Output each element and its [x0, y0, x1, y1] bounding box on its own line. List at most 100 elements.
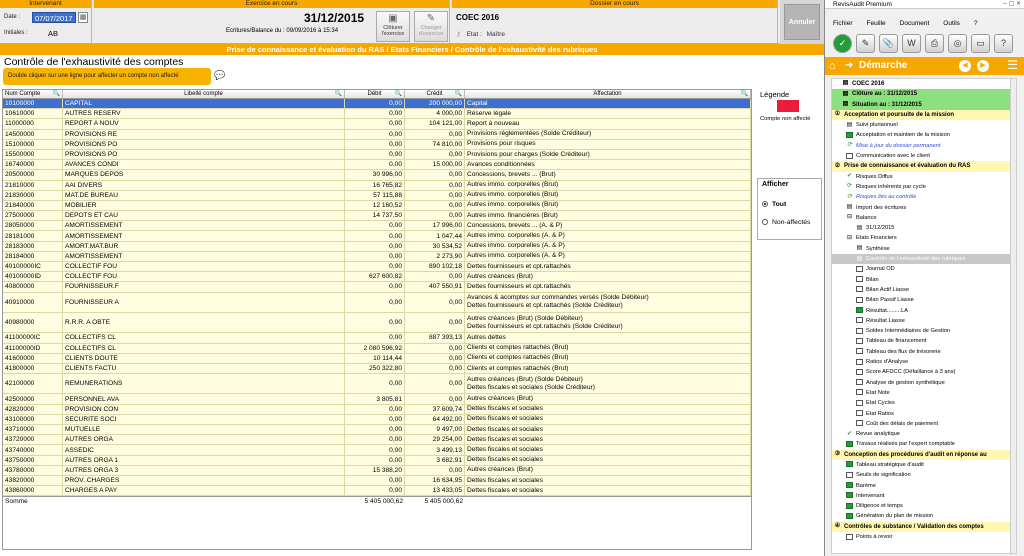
- tree-item[interactable]: ▤ COEC 2016: [832, 79, 1016, 89]
- hamburger-menu-icon[interactable]: ☰: [1007, 59, 1018, 71]
- col-credit[interactable]: Crédit 🔍: [405, 90, 465, 98]
- tree-item[interactable]: Bilan: [832, 275, 1016, 285]
- tree-item[interactable]: ⟳ Risques liés au contrôle: [832, 192, 1016, 202]
- col-libelle[interactable]: Libellé compte 🔍: [63, 90, 345, 98]
- tree-item[interactable]: ▤ Clôture au : 31/12/2015: [832, 89, 1016, 100]
- tree-item[interactable]: Etat Note: [832, 388, 1016, 398]
- table-row[interactable]: 10100000 CAPITAL 0,00 200 000,00 Capital: [3, 99, 751, 110]
- table-row[interactable]: 41100000ID COLLECTIFS CL 2 080 596,92 0,00 C…: [3, 343, 751, 354]
- menu-item[interactable]: Outils: [943, 19, 960, 29]
- tree-item[interactable]: ⟳ Mise à jour du dossier permanent: [832, 141, 1016, 151]
- tree-item[interactable]: Analyse de gestion synthétique: [832, 378, 1016, 388]
- tree-scrollbar[interactable]: [1010, 79, 1016, 553]
- table-row[interactable]: 15100000 PROVISIONS PO 0,00 74 810,00 Provis…: [3, 139, 751, 150]
- table-row[interactable]: 27500000 DEPOTS ET CAU 14 737,50 0,00 Autres…: [3, 211, 751, 222]
- tree-item[interactable]: ⟳ Risques inhérents par cycle: [832, 182, 1016, 192]
- tree-item[interactable]: Diligence et temps: [832, 501, 1016, 511]
- tree-item[interactable]: Travaux réalisés par l'expert comptable: [832, 439, 1016, 449]
- tree-item[interactable]: ② Prise de connaissance et évaluation du …: [832, 161, 1016, 172]
- table-row[interactable]: 41100000IC COLLECTIFS CL 0,00 887 393,13 Aut…: [3, 333, 751, 344]
- table-row[interactable]: 14500000 PROVISIONS RE 0,00 0,00 Provisions …: [3, 129, 751, 140]
- tree-item[interactable]: Tableau stratégique d'audit: [832, 460, 1016, 470]
- word-icon[interactable]: W: [902, 33, 921, 53]
- table-row[interactable]: 20500000 MARQUES DEPOS 30 996,00 0,00 Conces…: [3, 170, 751, 181]
- search-icon[interactable]: 🔍: [455, 90, 462, 99]
- search-icon[interactable]: 🔍: [395, 90, 402, 99]
- tree-item[interactable]: ⊟ Balance: [832, 213, 1016, 223]
- tree-item[interactable]: Barème: [832, 481, 1016, 491]
- tree-item[interactable]: ▤ Import des écritures: [832, 203, 1016, 213]
- search-doc-icon[interactable]: ◎: [948, 33, 967, 53]
- tree-item[interactable]: ④ Contrôles de substance / Validation des…: [832, 521, 1016, 533]
- table-row[interactable]: 42100000 REMUNERATIONS 0,00 0,00 Autres créa…: [3, 374, 751, 395]
- table-row[interactable]: 43750000 AUTRES ORGA 1 0,00 3 682,91 Dettes …: [3, 455, 751, 466]
- table-row[interactable]: 43740000 ASSEDIC 0,00 3 499,13 Dettes fiscal…: [3, 445, 751, 456]
- annuler-button[interactable]: Annuler: [784, 4, 820, 40]
- drive-icon[interactable]: ▭: [971, 33, 990, 53]
- tree-item[interactable]: ① Acceptation et poursuite de la mission: [832, 109, 1016, 121]
- table-row[interactable]: 16740000 AVANCES CONDI 0,00 15 000,00 Avance…: [3, 160, 751, 171]
- cloturer-exercice-button[interactable]: ▣ Clôturer l'exercice: [376, 11, 410, 42]
- table-row[interactable]: 28050000 AMORTISSEMENT 0,00 17 996,00 Conces…: [3, 221, 751, 232]
- col-num-compte[interactable]: Num Compte 🔍: [3, 90, 63, 98]
- window-controls[interactable]: ─ ▢ ✕: [1003, 0, 1021, 9]
- attach-icon[interactable]: 📎: [879, 33, 898, 53]
- table-row[interactable]: 15500000 PROVISIONS PO 0,00 0,00 Provisions …: [3, 149, 751, 161]
- table-row[interactable]: 28183000 AMORT.MAT.BUR 0,00 30 534,52 Autres…: [3, 241, 751, 252]
- print-icon[interactable]: ⎙: [925, 33, 944, 53]
- table-row[interactable]: 40100000IC COLLECTIF FOU 0,00 890 102,18 Det…: [3, 262, 751, 273]
- table-row[interactable]: 28184000 AMORTISSEMENT 0,00 2 273,90 Autres …: [3, 251, 751, 262]
- table-row[interactable]: 43100000 SECURITE SOCI 0,00 64 492,00 Dettes…: [3, 414, 751, 426]
- tree-item[interactable]: Journal OD: [832, 264, 1016, 274]
- help-icon[interactable]: ?: [994, 33, 1013, 53]
- table-row[interactable]: 21810000 AAI DIVERS 16 765,82 0,00 Autres im…: [3, 180, 751, 191]
- tree-item[interactable]: Ratios d'Analyse: [832, 357, 1016, 367]
- table-row[interactable]: 43720000 AUTRES ORGA 0,00 29 254,00 Dettes f…: [3, 435, 751, 446]
- tree-item[interactable]: ③ Conception des procédures d'audit en ré…: [832, 449, 1016, 460]
- col-affectation[interactable]: Affectation 🔍: [465, 90, 751, 98]
- accounts-table[interactable]: Num Compte 🔍 Libellé compte 🔍 Débit 🔍 Crédi…: [2, 89, 752, 550]
- table-row[interactable]: 43780000 AUTRES ORGA 3 15 388,20 0,00 Autres…: [3, 465, 751, 476]
- table-row[interactable]: 43710000 MUTUELLE 0,00 9 497,00 Dettes fisca…: [3, 425, 751, 436]
- tree-item[interactable]: Résultat Liasse: [832, 316, 1016, 326]
- tree-item[interactable]: ⊟ Etats Financiers: [832, 233, 1016, 243]
- tree-item[interactable]: Communication avec le client: [832, 151, 1016, 161]
- tree-item[interactable]: ▤ 31/12/2015: [832, 223, 1016, 233]
- tree-item[interactable]: Score AFDCC (Défaillance à 3 ans): [832, 367, 1016, 377]
- search-icon[interactable]: 🔍: [335, 90, 342, 99]
- table-row[interactable]: 40980000 R.R.R. A OBTE 0,00 0,00 Autres créa…: [3, 312, 751, 334]
- table-row[interactable]: 43820000 PROV. CHARGES 0,00 16 634,95 Dettes…: [3, 475, 751, 487]
- menu-item[interactable]: Fichier: [833, 19, 853, 29]
- table-row[interactable]: 28181000 AMORTISSEMENT 0,00 1 047,44 Autres …: [3, 231, 751, 242]
- tree-item[interactable]: Coût des délais de paiement: [832, 419, 1016, 429]
- date-input[interactable]: 07/07/2017: [32, 12, 76, 23]
- tree-item[interactable]: Tableau de financement: [832, 336, 1016, 346]
- tree-item[interactable]: Soldes Intermédiaires de Gestion: [832, 326, 1016, 336]
- changer-exercice-button[interactable]: ✎ Changer d'exercice: [414, 11, 448, 42]
- menu-item[interactable]: Feuille: [867, 19, 886, 29]
- filter-unassigned-radio[interactable]: Non-affectés: [762, 219, 810, 226]
- home-icon[interactable]: ⌂: [829, 60, 836, 72]
- tree-item[interactable]: Seuils de signification: [832, 470, 1016, 480]
- filter-all-radio[interactable]: Tout: [762, 201, 786, 208]
- tree-item[interactable]: Intervenant: [832, 491, 1016, 501]
- notes-icon[interactable]: ✎: [856, 33, 875, 53]
- table-row[interactable]: 42820000 PROVISION CON 0,00 37 609,74 Dettes…: [3, 404, 751, 415]
- table-row[interactable]: 41600000 CLIENTS DOUTE 10 114,44 0,00 Client…: [3, 353, 751, 364]
- col-debit[interactable]: Débit 🔍: [345, 90, 405, 98]
- tree-item[interactable]: ▤ Synthèse: [832, 244, 1016, 254]
- tree-item[interactable]: ▤ Contrôle de l'exhaustivité des rubrique…: [832, 254, 1016, 265]
- tree-item[interactable]: Bilan Passif Liasse: [832, 295, 1016, 305]
- table-row[interactable]: 10610000 AUTRES RESERV 0,00 4 000,00 Réserve…: [3, 109, 751, 120]
- menu-item[interactable]: ?: [974, 19, 978, 29]
- search-icon[interactable]: 🔍: [741, 90, 748, 99]
- calendar-icon[interactable]: ▦: [78, 12, 88, 23]
- tree-item[interactable]: ✔ Revue analytique: [832, 429, 1016, 439]
- search-icon[interactable]: 🔍: [53, 90, 60, 99]
- table-row[interactable]: 42500000 PERSONNEL AVA 3 805,81 0,00 Autres …: [3, 394, 751, 405]
- tree-item[interactable]: Résultat.........LA: [832, 306, 1016, 316]
- table-row[interactable]: 43860000 CHARGES A PAY 0,00 13 433,05 Dettes…: [3, 486, 751, 497]
- table-row[interactable]: 40800000 FOURNISSEUR.F 0,00 407 550,91 Dette…: [3, 282, 751, 293]
- tree-item[interactable]: ▤ Situation au : 31/12/2015: [832, 99, 1016, 110]
- table-row[interactable]: 21840000 MOBILIER 12 160,52 0,00 Autres immo…: [3, 200, 751, 212]
